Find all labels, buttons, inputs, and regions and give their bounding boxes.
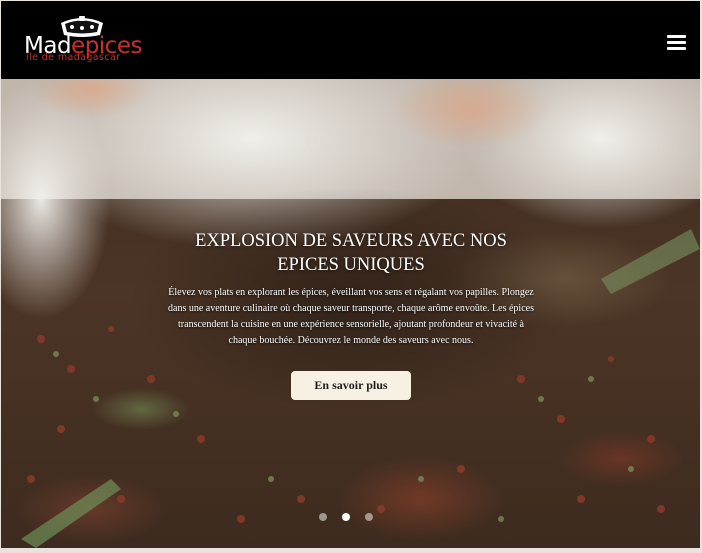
menu-bar — [667, 35, 686, 38]
navbar: Madepices ile de madagascar — [1, 1, 700, 79]
carousel-indicator-2[interactable] — [342, 513, 350, 521]
page-frame: Madepices ile de madagascar EXPLOSION DE… — [1, 1, 700, 548]
carousel-indicator-1[interactable] — [319, 513, 327, 521]
menu-bar — [667, 47, 686, 50]
hero-carousel: EXPLOSION DE SAVEURS AVEC NOS EPICES UNI… — [1, 79, 700, 548]
hamburger-menu-icon[interactable] — [667, 35, 686, 53]
hero-title: EXPLOSION DE SAVEURS AVEC NOS EPICES UNI… — [195, 231, 507, 275]
brand-tagline: ile de madagascar — [26, 52, 121, 63]
brand-logo[interactable]: Madepices ile de madagascar — [24, 15, 142, 65]
hero-description: Élevez vos plats en explorant les épices… — [168, 287, 534, 346]
menu-bar — [667, 41, 686, 44]
learn-more-button[interactable]: En savoir plus — [291, 371, 411, 400]
carousel-indicator-3[interactable] — [365, 513, 373, 521]
hero-caption: EXPLOSION DE SAVEURS AVEC NOS EPICES UNI… — [167, 229, 535, 349]
